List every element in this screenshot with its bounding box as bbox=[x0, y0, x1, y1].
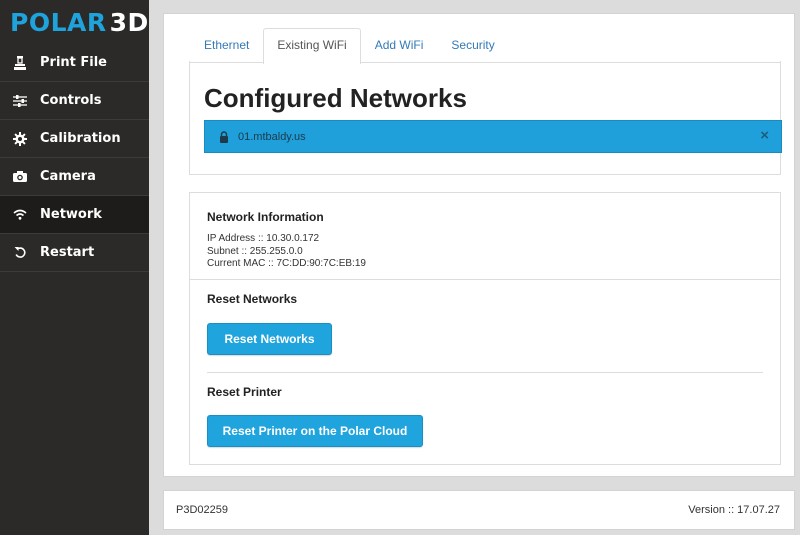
sidebar-item-calibration[interactable]: Calibration bbox=[0, 120, 149, 158]
sidebar-item-restart[interactable]: Restart bbox=[0, 234, 149, 272]
lock-icon bbox=[220, 130, 228, 143]
wifi-icon bbox=[0, 209, 40, 220]
reset-networks-title: Reset Networks bbox=[207, 292, 298, 306]
sidebar-item-camera[interactable]: Camera bbox=[0, 158, 149, 196]
divider bbox=[207, 372, 763, 373]
brand-logo-part1: POLAR bbox=[10, 7, 107, 37]
sidebar-item-label: Print File bbox=[40, 55, 107, 70]
sidebar-item-print-file[interactable]: Print File bbox=[0, 44, 149, 82]
brand-logo[interactable]: POLAR 3D bbox=[0, 0, 149, 44]
tab-ethernet[interactable]: Ethernet bbox=[190, 28, 263, 63]
page-title: Configured Networks bbox=[204, 83, 467, 113]
tab-existing-wifi[interactable]: Existing WiFi bbox=[263, 28, 361, 64]
sidebar-item-label: Restart bbox=[40, 245, 95, 260]
footer: P3D02259 Version :: 17.07.27 bbox=[163, 490, 795, 530]
reset-printer-title: Reset Printer bbox=[207, 385, 282, 399]
mac-address: Current MAC :: 7C:DD:90:7C:EB:19 bbox=[207, 258, 366, 269]
sidebar-item-label: Calibration bbox=[40, 131, 121, 146]
sidebar-item-network[interactable]: Network bbox=[0, 196, 149, 234]
network-info-title: Network Information bbox=[207, 210, 324, 224]
tab-add-wifi[interactable]: Add WiFi bbox=[361, 28, 438, 63]
network-info-details: IP Address :: 10.30.0.172 Subnet :: 255.… bbox=[207, 233, 366, 271]
close-icon[interactable]: × bbox=[760, 127, 769, 144]
main-panel: Ethernet Existing WiFi Add WiFi Security… bbox=[163, 13, 795, 477]
reset-printer-cloud-button[interactable]: Reset Printer on the Polar Cloud bbox=[207, 415, 423, 447]
camera-icon bbox=[0, 171, 40, 182]
sidebar-item-label: Controls bbox=[40, 93, 102, 108]
gear-icon bbox=[0, 131, 40, 146]
network-info-panel: Network Information IP Address :: 10.30.… bbox=[189, 192, 781, 465]
version-label: Version :: 17.07.27 bbox=[688, 504, 780, 516]
sidebar: POLAR 3D Print File Controls Calibration … bbox=[0, 0, 149, 535]
divider bbox=[190, 279, 780, 280]
restart-icon bbox=[0, 246, 40, 259]
sliders-icon bbox=[0, 94, 40, 107]
subnet: Subnet :: 255.255.0.0 bbox=[207, 245, 303, 257]
sidebar-item-controls[interactable]: Controls bbox=[0, 82, 149, 120]
configured-networks-panel: Configured Networks 01.mtbaldy.us × bbox=[189, 61, 782, 175]
ip-address: IP Address :: 10.30.0.172 bbox=[207, 233, 320, 244]
configured-network-item[interactable]: 01.mtbaldy.us × bbox=[204, 120, 782, 153]
brand-logo-part2: 3D bbox=[109, 7, 149, 37]
printer-icon bbox=[0, 55, 40, 70]
network-name: 01.mtbaldy.us bbox=[238, 130, 306, 143]
sidebar-item-label: Network bbox=[40, 207, 102, 222]
sidebar-item-label: Camera bbox=[40, 169, 96, 184]
tab-security[interactable]: Security bbox=[437, 28, 508, 63]
reset-networks-button[interactable]: Reset Networks bbox=[207, 323, 332, 355]
network-tabs: Ethernet Existing WiFi Add WiFi Security bbox=[190, 28, 780, 64]
printer-serial: P3D02259 bbox=[176, 504, 228, 516]
